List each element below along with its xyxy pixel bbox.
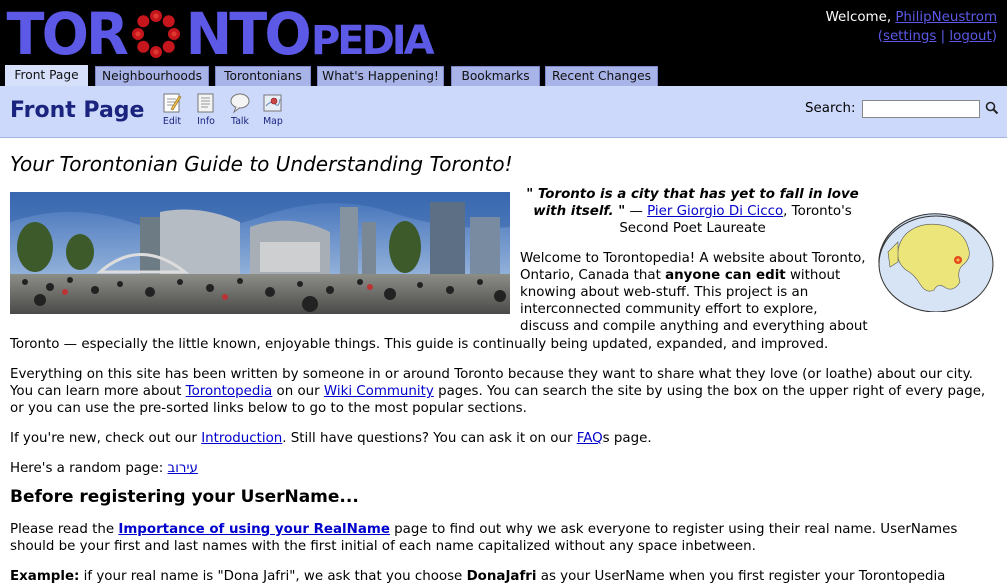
example-paragraph: Example: if your real name is "Dona Jafr… — [10, 568, 1000, 585]
tab-torontonians[interactable]: Torontonians — [215, 66, 311, 86]
poppy-flower-icon — [131, 9, 181, 59]
edit-label: Edit — [162, 116, 182, 127]
wiki-community-link[interactable]: Wiki Community — [324, 384, 434, 399]
registering-heading: Before registering your UserName... — [10, 487, 359, 507]
info-label: Info — [197, 116, 215, 127]
faq-link[interactable]: FAQ — [577, 431, 603, 446]
username-link[interactable]: PhilipNeustrom — [895, 10, 997, 25]
realname-text-a: Please read the — [10, 522, 119, 537]
example-username: DonaJafri — [466, 569, 537, 584]
map-label: Map — [263, 116, 283, 127]
intro-bold: anyone can edit — [665, 268, 786, 283]
tab-neighbourhoods[interactable]: Neighbourhoods — [95, 66, 209, 86]
torontopedia-link[interactable]: Torontopedia — [186, 384, 273, 399]
info-icon — [197, 93, 214, 113]
logo-text-pedia: PEDIA — [310, 18, 435, 64]
quote-author-link[interactable]: Pier Giorgio Di Cicco — [647, 204, 783, 219]
toronto-city-hall-photo — [10, 192, 510, 314]
new-text-b: . Still have questions? You can ask it o… — [282, 431, 577, 446]
new-text-c: s page. — [602, 431, 652, 446]
about-paragraph: Everything on this site has been written… — [10, 366, 1000, 417]
about-text-b: on our — [272, 384, 324, 399]
settings-link[interactable]: settings — [883, 29, 936, 44]
tab-whats-happening[interactable]: What's Happening! — [317, 66, 444, 86]
welcome-text: Welcome, — [825, 10, 892, 25]
tab-recent-changes[interactable]: Recent Changes — [545, 66, 658, 86]
speech-bubble-icon — [230, 93, 250, 114]
tab-front-page[interactable]: Front Page — [5, 65, 88, 87]
talk-action[interactable]: Talk — [225, 92, 255, 127]
search-input[interactable] — [862, 100, 980, 118]
introduction-link[interactable]: Introduction — [201, 431, 282, 446]
search-label: Search: — [805, 101, 856, 116]
example-label: Example: — [10, 569, 80, 584]
intro-paragraph: Welcome to Torontopedia! A website about… — [520, 250, 870, 335]
info-action[interactable]: Info — [191, 92, 221, 127]
logout-link[interactable]: logout — [949, 29, 991, 44]
page-headline: Your Torontonian Guide to Understanding … — [10, 152, 513, 176]
new-users-paragraph: If you're new, check out our Introductio… — [10, 430, 1000, 447]
page-title: Front Page — [10, 98, 145, 123]
logo-text-tor: TOR — [6, 0, 128, 68]
site-logo[interactable]: TOR NTO PEDIA — [4, 0, 435, 68]
example-text-a: if your real name is "Dona Jafri", we as… — [79, 569, 467, 584]
user-links-separator: | — [940, 29, 946, 44]
intro-paragraph-continued: Toronto — especially the little known, e… — [10, 337, 829, 352]
quote-dash: — — [629, 204, 643, 219]
edit-icon — [163, 93, 182, 113]
globe-image — [876, 212, 994, 316]
random-text: Here's a random page: — [10, 461, 168, 476]
random-page-link[interactable]: עירוב — [168, 461, 198, 476]
search-icon[interactable] — [985, 101, 999, 119]
new-text-a: If you're new, check out our — [10, 431, 202, 446]
quote-block: " Toronto is a city that has yet to fall… — [520, 186, 865, 237]
realname-link[interactable]: Importance of using your RealName — [118, 522, 390, 537]
tab-bookmarks[interactable]: Bookmarks — [451, 66, 540, 86]
edit-action[interactable]: Edit — [157, 92, 187, 127]
user-box: Welcome, PhilipNeustrom (settings | logo… — [825, 10, 997, 44]
map-icon — [263, 94, 282, 112]
page-toolbar: Front Page Edit Info Talk Map Search: — [0, 86, 1007, 138]
site-header: TOR NTO PEDIA Welcome, PhilipNeustrom (s… — [0, 0, 1007, 87]
talk-label: Talk — [231, 116, 249, 127]
random-page-paragraph: Here's a random page: עירוב — [10, 460, 1000, 477]
map-action[interactable]: Map — [258, 92, 288, 127]
logo-text-nto: NTO — [185, 0, 311, 68]
example-text-b: as your UserName when you first register… — [536, 569, 946, 584]
realname-paragraph: Please read the Importance of using your… — [10, 521, 1000, 555]
